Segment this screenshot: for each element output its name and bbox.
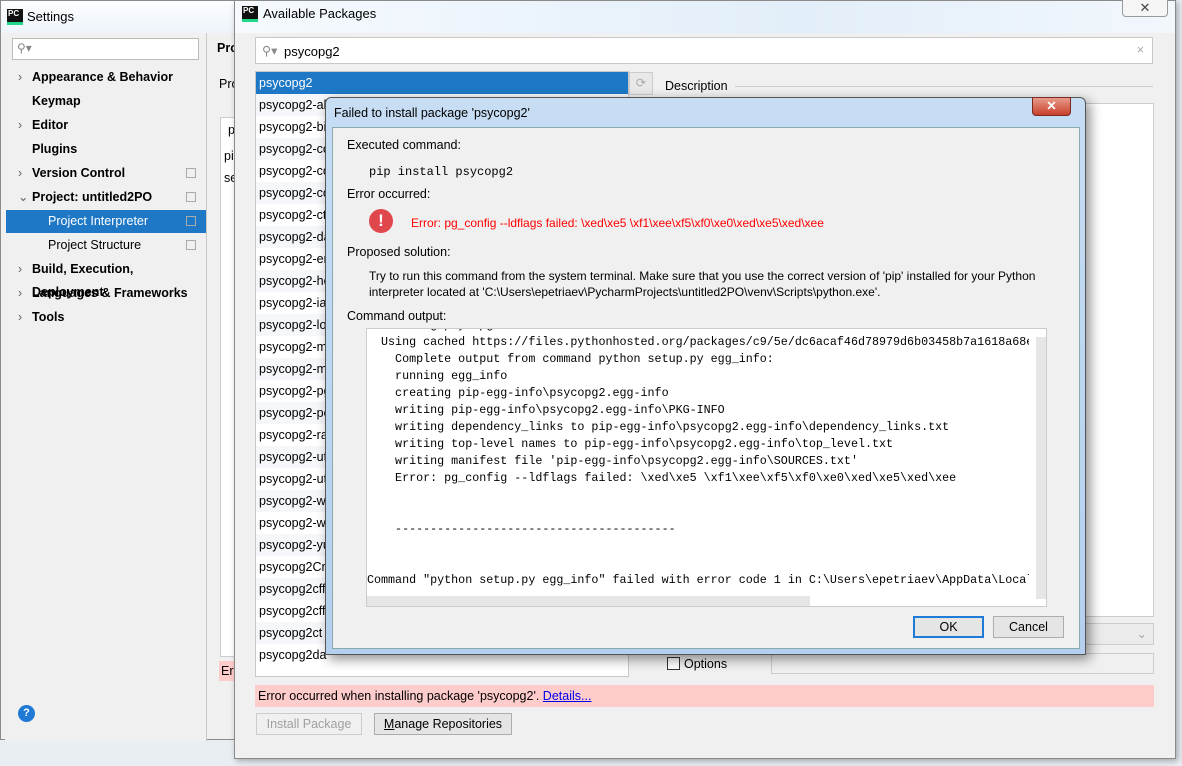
project-scope-icon <box>186 240 196 250</box>
pycharm-logo-icon: PC <box>7 9 23 25</box>
help-icon[interactable]: ? <box>18 705 35 722</box>
output-line: writing top-level names to pip-egg-info\… <box>367 437 894 451</box>
sidebar-item[interactable]: › Appearance & Behavior <box>6 66 206 89</box>
output-line: running egg_info <box>367 369 508 383</box>
proposed-solution-label: Proposed solution: <box>347 245 451 259</box>
sidebar-item[interactable]: › Version Control <box>6 162 206 185</box>
solution-text-2: interpreter located at 'C:\Users\epetria… <box>369 285 881 299</box>
settings-window: PC Settings ⚲▾ › Appearance & Behavior Key… <box>0 0 240 741</box>
sidebar-item[interactable]: Plugins <box>6 138 206 161</box>
horizontal-scrollbar[interactable] <box>367 596 810 606</box>
sidebar-item[interactable]: › Languages & Frameworks <box>6 282 206 305</box>
sidebar-item[interactable]: ⌄ Project: untitled2PO <box>6 186 206 209</box>
error-icon: ! <box>369 209 393 233</box>
output-line: writing pip-egg-info\psycopg2.egg-info\P… <box>367 403 725 417</box>
executed-command-label: Executed command: <box>347 138 461 152</box>
dialog-close-button[interactable]: ✕ <box>1032 97 1071 116</box>
chevron-right-icon[interactable]: › <box>18 162 22 185</box>
output-line: Error: pg_config --ldflags failed: \xed\… <box>367 471 957 485</box>
sidebar-item-label: Keymap <box>32 94 81 108</box>
failed-install-dialog: Failed to install package 'psycopg2' ✕ E… <box>325 97 1086 655</box>
packages-title: Available Packages <box>263 6 377 21</box>
project-scope-icon <box>186 216 196 226</box>
sidebar-item[interactable]: Project Structure <box>6 234 206 257</box>
error-occurred-label: Error occurred: <box>347 187 431 201</box>
sidebar-item-label: Appearance & Behavior <box>32 70 174 84</box>
dialog-title: Failed to install package 'psycopg2' <box>334 106 530 120</box>
chevron-down-icon: ⌄ <box>1136 627 1147 641</box>
refresh-button[interactable]: ⟳ <box>629 72 653 95</box>
options-checkbox[interactable] <box>667 657 680 670</box>
manage-repositories-button[interactable]: Manage Repositories <box>374 713 512 735</box>
chevron-right-icon[interactable]: › <box>18 306 22 329</box>
command-output-label: Command output: <box>347 309 447 323</box>
sidebar-item-label: Editor <box>32 118 69 132</box>
output-line: writing dependency_links to pip-egg-info… <box>367 420 950 434</box>
chevron-right-icon[interactable]: › <box>18 258 22 281</box>
output-line: Collecting psycopg2 <box>367 329 500 332</box>
cancel-button[interactable]: Cancel <box>993 616 1064 638</box>
sidebar-item[interactable]: Project Interpreter <box>6 210 206 233</box>
sidebar-item-label: Plugins <box>32 142 78 156</box>
project-scope-icon <box>186 168 196 178</box>
sidebar-item-label: Project Interpreter <box>48 214 149 228</box>
project-scope-icon <box>186 192 196 202</box>
chevron-right-icon[interactable]: › <box>18 66 22 89</box>
sidebar-item[interactable]: Keymap <box>6 90 206 113</box>
output-line: Using cached https://files.pythonhosted.… <box>367 335 1029 349</box>
settings-search-input[interactable]: ⚲▾ <box>12 38 199 60</box>
sidebar-item[interactable]: › Build, Execution, Deployment <box>6 258 206 299</box>
sidebar-item-label: Tools <box>32 310 65 324</box>
search-icon: ⚲▾ <box>17 41 32 55</box>
details-link[interactable]: Details... <box>543 689 592 703</box>
clear-search-icon[interactable]: × <box>1137 43 1144 57</box>
sidebar-item-label: Version Control <box>32 166 126 180</box>
description-separator <box>735 86 1153 87</box>
chevron-down-icon[interactable]: ⌄ <box>18 186 28 209</box>
install-package-button[interactable]: Install Package <box>256 713 362 735</box>
settings-title: Settings <box>27 9 74 24</box>
packages-titlebar: PC Available Packages ✕ <box>235 0 1175 33</box>
sidebar-item-label: Languages & Frameworks <box>32 286 188 300</box>
sidebar-item-label: Project: untitled2PO <box>32 190 153 204</box>
output-line: writing manifest file 'pip-egg-info\psyc… <box>367 454 858 468</box>
settings-titlebar: PC Settings <box>1 1 235 33</box>
output-line: ---------------------------------------- <box>367 522 676 536</box>
search-value: psycopg2 <box>284 44 340 59</box>
options-label: Options <box>684 657 728 671</box>
output-line: Complete output from command python setu… <box>367 352 774 366</box>
error-bar: Error occurred when installing package '… <box>255 685 1154 707</box>
sidebar-item[interactable]: › Editor <box>6 114 206 137</box>
output-line: creating pip-egg-info\psycopg2.egg-info <box>367 386 669 400</box>
description-label: Description <box>665 79 728 93</box>
vertical-scrollbar[interactable] <box>1036 337 1046 599</box>
ok-button[interactable]: OK <box>913 616 984 638</box>
error-message: Error occurred when installing package '… <box>258 689 543 703</box>
table-row[interactable]: pi <box>224 149 234 163</box>
search-icon: ⚲▾ <box>262 44 278 58</box>
output-line: Command "python setup.py egg_info" faile… <box>367 573 1029 587</box>
close-button[interactable]: ✕ <box>1122 0 1168 17</box>
chevron-right-icon[interactable]: › <box>18 114 22 137</box>
package-search-input[interactable]: ⚲▾ psycopg2 × <box>255 37 1153 64</box>
sidebar-item[interactable]: › Tools <box>6 306 206 329</box>
executed-command: pip install psycopg2 <box>369 165 514 179</box>
sidebar-item-label: Project Structure <box>48 238 142 252</box>
dialog-body: Executed command: pip install psycopg2 E… <box>332 127 1080 649</box>
error-message: Error: pg_config --ldflags failed: \xed\… <box>411 216 824 230</box>
chevron-right-icon[interactable]: › <box>18 282 22 305</box>
options-field[interactable] <box>771 653 1154 674</box>
command-output-area[interactable]: Collecting psycopg2 Using cached https:/… <box>366 328 1047 607</box>
package-list-item[interactable]: psycopg2 <box>256 72 628 94</box>
solution-text-1: Try to run this command from the system … <box>369 269 1036 283</box>
pycharm-logo-icon: PC <box>242 6 258 22</box>
